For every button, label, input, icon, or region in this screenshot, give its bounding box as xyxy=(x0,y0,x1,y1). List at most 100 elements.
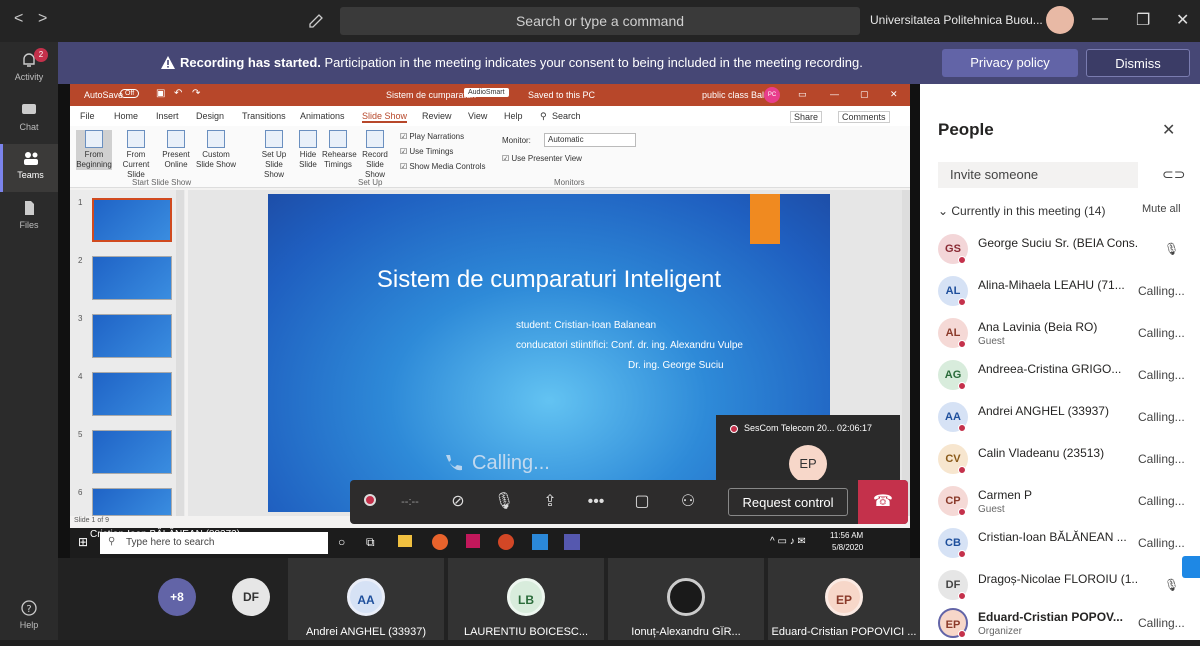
tab-home[interactable]: Home xyxy=(114,111,138,121)
slide-thumbnail[interactable] xyxy=(92,314,172,358)
user-avatar[interactable]: PC xyxy=(764,87,780,103)
scrollbar[interactable] xyxy=(176,190,184,516)
video-tile[interactable]: LB LAURENTIU BOICESC... xyxy=(448,558,604,640)
back-icon[interactable]: < xyxy=(14,10,23,28)
forward-icon[interactable]: > xyxy=(38,10,47,28)
participant-row[interactable]: DF Dragoș-Nicolae FLOROIU (1... 🎙 xyxy=(938,566,1194,608)
cortana-icon[interactable]: ○ xyxy=(338,535,345,549)
teamviewer-icon[interactable] xyxy=(1182,556,1200,578)
participant-row[interactable]: AA Andrei ANGHEL (33937) Calling... xyxy=(938,398,1194,440)
video-tile[interactable]: AA Andrei ANGHEL (33937) xyxy=(288,558,444,640)
overflow-tile[interactable]: +8 xyxy=(144,558,214,640)
slide-thumbnail[interactable] xyxy=(92,430,172,474)
present-online-button[interactable]: Present Online xyxy=(160,130,192,170)
more-icon[interactable]: ••• xyxy=(576,480,616,524)
scrollbar[interactable] xyxy=(902,190,910,516)
minimize-icon[interactable]: — xyxy=(1092,10,1108,28)
teams-icon[interactable] xyxy=(564,534,580,550)
play-narrations-checkbox[interactable]: ☑ Play Narrations xyxy=(400,132,464,141)
tab-design[interactable]: Design xyxy=(196,111,224,121)
powerpoint-icon[interactable] xyxy=(498,534,514,550)
search-input[interactable]: Search or type a command xyxy=(340,7,860,35)
tab-transitions[interactable]: Transitions xyxy=(242,111,286,121)
use-timings-checkbox[interactable]: ☑ Use Timings xyxy=(400,147,453,156)
slide-thumbnail[interactable] xyxy=(92,372,172,416)
rail-item-help[interactable]: ? Help xyxy=(0,594,58,642)
org-switcher[interactable]: Universitatea Politehnica Bucu... xyxy=(870,13,1043,27)
chevron-down-icon[interactable]: ⌄ xyxy=(1021,14,1029,25)
tab-insert[interactable]: Insert xyxy=(156,111,179,121)
tab-slide-show[interactable]: Slide Show xyxy=(362,111,408,123)
close-icon[interactable]: ✕ xyxy=(890,89,898,100)
participant-row[interactable]: CP Carmen P Guest Calling... xyxy=(938,482,1194,524)
monitor-select[interactable]: Automatic xyxy=(544,133,636,147)
avatar[interactable] xyxy=(1046,6,1074,34)
tab-animations[interactable]: Animations xyxy=(300,111,345,121)
tab-help[interactable]: Help xyxy=(504,111,523,121)
video-tile[interactable]: DF xyxy=(218,558,288,640)
meeting-section-header[interactable]: ⌄ Currently in this meeting (14) xyxy=(938,204,1105,218)
record-slide-show-button[interactable]: Record Slide Show xyxy=(356,130,394,180)
participants-icon[interactable]: ⚇ xyxy=(668,480,708,524)
app-icon[interactable] xyxy=(532,534,548,550)
search-icon[interactable]: ⚲ xyxy=(540,111,547,122)
from-beginning-button[interactable]: From Beginning xyxy=(76,130,112,170)
slide-thumbnail[interactable] xyxy=(92,256,172,300)
save-icon[interactable]: ▣ xyxy=(156,88,165,99)
folder-icon[interactable] xyxy=(398,535,412,547)
ribbon-display-icon[interactable]: ▭ xyxy=(798,89,807,100)
set-up-slide-show-button[interactable]: Set Up Slide Show xyxy=(254,130,294,180)
app-icon[interactable] xyxy=(466,534,480,548)
slide-thumbnail[interactable] xyxy=(92,198,172,242)
close-icon[interactable]: ✕ xyxy=(1176,10,1189,30)
tab-file[interactable]: File xyxy=(80,111,95,121)
autosave-toggle[interactable]: Off xyxy=(120,89,140,98)
comments-button[interactable]: Comments xyxy=(838,111,890,123)
undo-icon[interactable]: ↶ xyxy=(174,88,182,99)
tab-view[interactable]: View xyxy=(468,111,487,121)
presenter-view-checkbox[interactable]: ☑ Use Presenter View xyxy=(502,154,582,163)
share-screen-icon[interactable]: ⇪ xyxy=(530,480,570,524)
link-icon[interactable]: ⊂⊃ xyxy=(1162,166,1185,183)
tab-review[interactable]: Review xyxy=(422,111,452,121)
invite-input[interactable]: Invite someone xyxy=(938,162,1138,188)
participant-row[interactable]: AL Alina-Mihaela LEAHU (71... Calling... xyxy=(938,272,1194,314)
compose-icon[interactable] xyxy=(308,13,324,29)
slide-thumbnail[interactable] xyxy=(92,488,172,516)
minimize-icon[interactable]: — xyxy=(830,89,839,99)
rail-item-activity[interactable]: Activity 2 xyxy=(0,46,58,94)
firefox-icon[interactable] xyxy=(432,534,448,550)
tell-me-input[interactable]: Search xyxy=(552,111,581,121)
tray-icons[interactable]: ^ ▭ ♪ ✉ xyxy=(770,536,806,547)
participant-row[interactable]: AL Ana Lavinia (Beia RO) Guest Calling..… xyxy=(938,314,1194,356)
mic-off-icon[interactable]: 🎙 xyxy=(484,480,524,524)
mute-all-button[interactable]: Mute all xyxy=(1142,203,1181,215)
participant-row[interactable]: GS George Suciu Sr. (BEIA Cons... 🎙 xyxy=(938,230,1194,272)
participant-row[interactable]: CB Cristian-Ioan BĂLĂNEAN ... Calling... xyxy=(938,524,1194,566)
dismiss-button[interactable]: Dismiss xyxy=(1086,49,1190,77)
custom-slide-show-button[interactable]: Custom Slide Show xyxy=(194,130,238,170)
rail-item-files[interactable]: Files xyxy=(0,194,58,242)
show-media-controls-checkbox[interactable]: ☑ Show Media Controls xyxy=(400,162,485,171)
task-view-icon[interactable]: ⧉ xyxy=(366,535,375,550)
rail-item-chat[interactable]: Chat xyxy=(0,96,58,144)
privacy-policy-button[interactable]: Privacy policy xyxy=(942,49,1078,77)
participant-row[interactable]: CV Calin Vladeanu (23513) Calling... xyxy=(938,440,1194,482)
maximize-icon[interactable]: ▢ xyxy=(860,89,869,100)
video-tile[interactable]: EP Eduard-Cristian POPOVICI ... xyxy=(768,558,920,640)
hide-slide-button[interactable]: Hide Slide xyxy=(296,130,320,170)
share-button[interactable]: Share xyxy=(790,111,823,123)
record-icon[interactable] xyxy=(350,480,390,524)
rail-item-teams[interactable]: Teams xyxy=(0,144,58,192)
request-control-button[interactable]: Request control xyxy=(728,488,848,516)
windows-icon[interactable]: ⊞ xyxy=(78,535,88,549)
rehearse-timings-button[interactable]: Rehearse Timings xyxy=(322,130,357,170)
video-tile[interactable]: Ionuț-Alexandru GÎR... xyxy=(608,558,764,640)
close-icon[interactable]: ✕ xyxy=(1162,120,1175,140)
redo-icon[interactable]: ↷ xyxy=(192,88,200,99)
maximize-icon[interactable]: ❐ xyxy=(1136,10,1150,30)
chat-icon[interactable]: ▢ xyxy=(622,480,662,524)
from-current-button[interactable]: From Current Slide xyxy=(116,130,156,180)
participant-row[interactable]: AG Andreea-Cristina GRIGO... Calling... xyxy=(938,356,1194,398)
hang-up-button[interactable]: ☎ xyxy=(858,480,908,524)
